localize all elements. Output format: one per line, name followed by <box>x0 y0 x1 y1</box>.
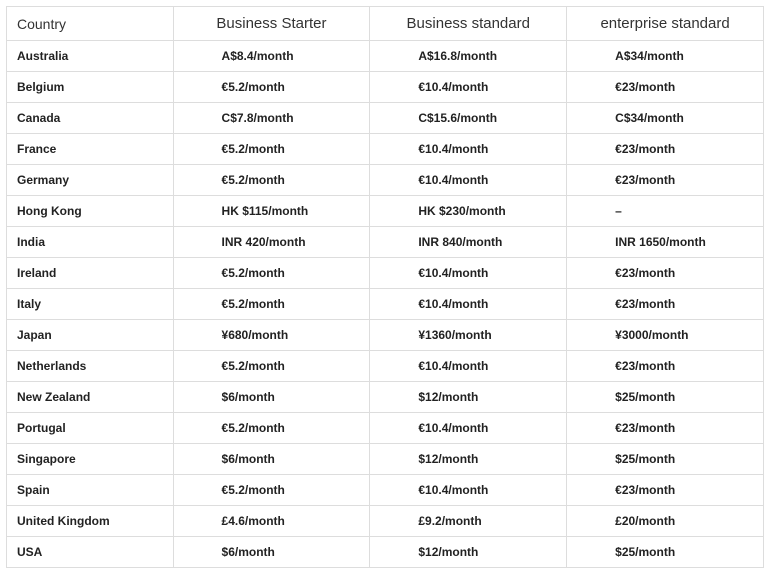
cell-starter: C$7.8/month <box>173 103 370 134</box>
cell-starter: $6/month <box>173 444 370 475</box>
cell-country: Belgium <box>7 72 174 103</box>
cell-starter: €5.2/month <box>173 72 370 103</box>
table-row: CanadaC$7.8/monthC$15.6/monthC$34/month <box>7 103 764 134</box>
table-header-row: Country Business Starter Business standa… <box>7 7 764 41</box>
table-row: Belgium€5.2/month€10.4/month€23/month <box>7 72 764 103</box>
cell-standard: €10.4/month <box>370 134 567 165</box>
cell-enterprise: €23/month <box>567 413 764 444</box>
cell-standard: €10.4/month <box>370 258 567 289</box>
cell-country: Canada <box>7 103 174 134</box>
cell-starter: €5.2/month <box>173 413 370 444</box>
cell-starter: €5.2/month <box>173 165 370 196</box>
cell-enterprise: €23/month <box>567 72 764 103</box>
cell-standard: $12/month <box>370 382 567 413</box>
header-country: Country <box>7 7 174 41</box>
cell-enterprise: $25/month <box>567 537 764 568</box>
cell-country: Netherlands <box>7 351 174 382</box>
cell-country: Singapore <box>7 444 174 475</box>
cell-enterprise: €23/month <box>567 289 764 320</box>
header-plan-standard: Business standard <box>370 7 567 41</box>
cell-country: India <box>7 227 174 258</box>
cell-enterprise: €23/month <box>567 134 764 165</box>
cell-country: Japan <box>7 320 174 351</box>
cell-enterprise: A$34/month <box>567 41 764 72</box>
cell-country: Spain <box>7 475 174 506</box>
cell-starter: €5.2/month <box>173 258 370 289</box>
table-row: IndiaINR 420/monthINR 840/monthINR 1650/… <box>7 227 764 258</box>
cell-standard: A$16.8/month <box>370 41 567 72</box>
cell-starter: €5.2/month <box>173 289 370 320</box>
cell-starter: €5.2/month <box>173 351 370 382</box>
cell-country: Germany <box>7 165 174 196</box>
cell-standard: $12/month <box>370 537 567 568</box>
pricing-table: Country Business Starter Business standa… <box>6 6 764 568</box>
table-row: France€5.2/month€10.4/month€23/month <box>7 134 764 165</box>
cell-standard: C$15.6/month <box>370 103 567 134</box>
cell-standard: HK $230/month <box>370 196 567 227</box>
cell-enterprise: €23/month <box>567 165 764 196</box>
table-row: Ireland€5.2/month€10.4/month€23/month <box>7 258 764 289</box>
cell-country: Italy <box>7 289 174 320</box>
table-row: United Kingdom£4.6/month£9.2/month£20/mo… <box>7 506 764 537</box>
cell-enterprise: £20/month <box>567 506 764 537</box>
cell-country: New Zealand <box>7 382 174 413</box>
cell-enterprise: $25/month <box>567 444 764 475</box>
cell-standard: ¥1360/month <box>370 320 567 351</box>
cell-starter: A$8.4/month <box>173 41 370 72</box>
cell-country: USA <box>7 537 174 568</box>
cell-standard: £9.2/month <box>370 506 567 537</box>
table-row: Singapore$6/month$12/month$25/month <box>7 444 764 475</box>
cell-starter: £4.6/month <box>173 506 370 537</box>
cell-enterprise: ¥3000/month <box>567 320 764 351</box>
cell-enterprise: $25/month <box>567 382 764 413</box>
cell-starter: $6/month <box>173 382 370 413</box>
cell-standard: $12/month <box>370 444 567 475</box>
cell-standard: €10.4/month <box>370 165 567 196</box>
cell-enterprise: INR 1650/month <box>567 227 764 258</box>
cell-starter: €5.2/month <box>173 475 370 506</box>
cell-enterprise: €23/month <box>567 351 764 382</box>
cell-standard: INR 840/month <box>370 227 567 258</box>
cell-country: France <box>7 134 174 165</box>
table-row: Japan¥680/month¥1360/month¥3000/month <box>7 320 764 351</box>
cell-starter: HK $115/month <box>173 196 370 227</box>
cell-standard: €10.4/month <box>370 351 567 382</box>
table-row: Germany€5.2/month€10.4/month€23/month <box>7 165 764 196</box>
table-row: Netherlands€5.2/month€10.4/month€23/mont… <box>7 351 764 382</box>
table-row: Italy€5.2/month€10.4/month€23/month <box>7 289 764 320</box>
cell-country: Portugal <box>7 413 174 444</box>
cell-starter: ¥680/month <box>173 320 370 351</box>
cell-enterprise: €23/month <box>567 475 764 506</box>
cell-enterprise: – <box>567 196 764 227</box>
cell-enterprise: €23/month <box>567 258 764 289</box>
pricing-table-body: AustraliaA$8.4/monthA$16.8/monthA$34/mon… <box>7 41 764 568</box>
table-row: USA$6/month$12/month$25/month <box>7 537 764 568</box>
header-plan-starter: Business Starter <box>173 7 370 41</box>
cell-standard: €10.4/month <box>370 72 567 103</box>
cell-standard: €10.4/month <box>370 413 567 444</box>
header-plan-enterprise: enterprise standard <box>567 7 764 41</box>
cell-starter: €5.2/month <box>173 134 370 165</box>
table-row: New Zealand$6/month$12/month$25/month <box>7 382 764 413</box>
cell-standard: €10.4/month <box>370 475 567 506</box>
table-row: AustraliaA$8.4/monthA$16.8/monthA$34/mon… <box>7 41 764 72</box>
cell-starter: INR 420/month <box>173 227 370 258</box>
cell-country: Ireland <box>7 258 174 289</box>
cell-standard: €10.4/month <box>370 289 567 320</box>
cell-starter: $6/month <box>173 537 370 568</box>
table-row: Hong KongHK $115/monthHK $230/month– <box>7 196 764 227</box>
table-row: Portugal€5.2/month€10.4/month€23/month <box>7 413 764 444</box>
table-row: Spain€5.2/month€10.4/month€23/month <box>7 475 764 506</box>
cell-country: United Kingdom <box>7 506 174 537</box>
cell-country: Australia <box>7 41 174 72</box>
cell-enterprise: C$34/month <box>567 103 764 134</box>
cell-country: Hong Kong <box>7 196 174 227</box>
